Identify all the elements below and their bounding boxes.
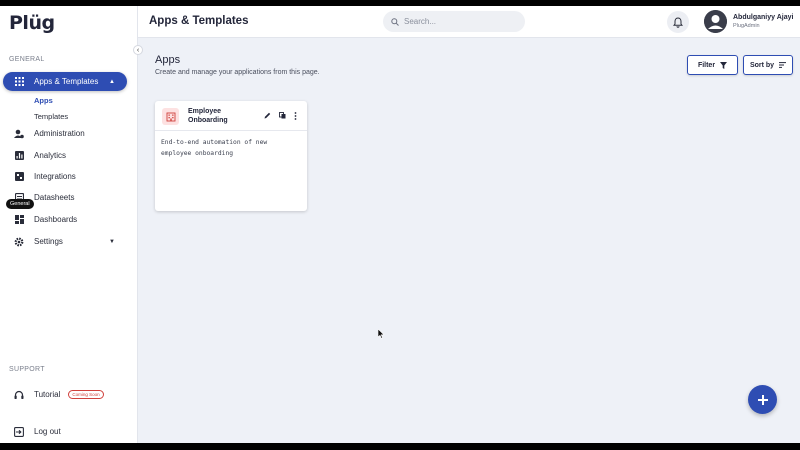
app-card[interactable]: Employee Onboarding End-to-end automatio…: [155, 101, 307, 211]
top-bar: Apps & Templates Abdulganiyy Ajayi PlugA…: [138, 6, 800, 38]
chevron-left-icon: ‹: [136, 46, 140, 54]
sidebar-item-label: Datasheets: [34, 193, 75, 202]
sidebar-item-dashboards[interactable]: Dashboards: [3, 210, 127, 229]
building-icon: [166, 112, 175, 121]
gear-icon: [14, 237, 24, 247]
caret-up-icon: ▲: [109, 78, 115, 85]
sort-label: Sort by: [749, 61, 775, 69]
coming-soon-badge: Coming Soon: [68, 390, 104, 399]
add-app-button[interactable]: [748, 385, 777, 414]
integrations-icon: [14, 172, 24, 182]
mouse-cursor: [377, 326, 385, 344]
analytics-icon: [14, 151, 24, 161]
sidebar-item-label: Dashboards: [34, 215, 78, 224]
section-subtitle: Create and manage your applications from…: [155, 69, 320, 76]
collapse-sidebar-button[interactable]: ‹: [133, 45, 143, 55]
general-section-label: GENERAL: [9, 56, 45, 63]
more-options-button[interactable]: [291, 111, 300, 120]
sidebar-subitem-apps[interactable]: Apps: [34, 96, 53, 105]
brand-logo[interactable]: Plüg: [9, 12, 55, 34]
logout-icon: [14, 426, 24, 437]
sidebar-item-label: Apps & Templates: [34, 77, 99, 86]
search-input[interactable]: [404, 17, 514, 26]
app-window: Plüg GENERAL Apps & Templates ▲ Apps Tem…: [0, 6, 800, 443]
sidebar-item-administration[interactable]: Administration: [3, 124, 127, 143]
caret-down-icon: ▼: [109, 238, 115, 245]
avatar[interactable]: [704, 10, 727, 33]
dashboards-icon: [14, 215, 24, 225]
sidebar-item-label: Administration: [34, 129, 85, 138]
sidebar-item-settings[interactable]: Settings ▼: [3, 232, 127, 251]
sidebar-item-tutorial[interactable]: Tutorial Coming Soon: [3, 385, 127, 404]
category-badge: General: [6, 199, 34, 209]
filter-button[interactable]: Filter: [687, 55, 738, 75]
page-title: Apps & Templates: [149, 15, 249, 27]
logout-button[interactable]: Log out: [3, 422, 127, 441]
filter-icon: [720, 61, 728, 69]
cursor-arrow-icon: [377, 328, 385, 339]
user-avatar-icon: [704, 10, 727, 33]
pencil-icon: [264, 112, 271, 119]
user-role: PlugAdmin: [733, 23, 760, 29]
notifications-button[interactable]: [667, 11, 689, 33]
app-name: Employee Onboarding: [188, 108, 228, 124]
app-tag: General: [6, 192, 34, 210]
headset-icon: [14, 390, 24, 400]
search-icon: [391, 17, 399, 26]
sidebar-item-apps-templates[interactable]: Apps & Templates ▲: [3, 72, 127, 91]
user-name: Abdulganiyy Ajayi: [733, 14, 794, 21]
sort-button[interactable]: Sort by: [743, 55, 793, 75]
logout-label: Log out: [34, 427, 61, 436]
app-card-header: Employee Onboarding: [155, 101, 307, 131]
support-section-label: SUPPORT: [9, 366, 45, 373]
sidebar-item-integrations[interactable]: Integrations: [3, 167, 127, 186]
section-title: Apps: [155, 54, 181, 66]
sidebar-item-analytics[interactable]: Analytics: [3, 146, 127, 165]
app-icon: [162, 108, 179, 125]
more-vertical-icon: [294, 111, 297, 120]
sidebar-item-label: Tutorial: [34, 390, 61, 399]
sidebar-item-label: Integrations: [34, 172, 76, 181]
sort-icon: [779, 62, 787, 68]
app-description: End-to-end automation of new employee on…: [161, 139, 268, 157]
sidebar-subitem-templates[interactable]: Templates: [34, 112, 68, 121]
admin-icon: [14, 129, 24, 139]
search-box[interactable]: [383, 11, 525, 32]
grid-icon: [14, 77, 24, 87]
copy-icon: [279, 112, 286, 119]
sidebar: Plüg GENERAL Apps & Templates ▲ Apps Tem…: [0, 6, 138, 443]
bell-icon: [673, 16, 683, 28]
filter-label: Filter: [697, 61, 716, 69]
sidebar-item-label: Settings: [34, 237, 63, 246]
plus-icon: [757, 394, 768, 405]
edit-button[interactable]: [263, 111, 272, 120]
sidebar-item-label: Analytics: [34, 151, 67, 160]
duplicate-button[interactable]: [278, 111, 287, 120]
